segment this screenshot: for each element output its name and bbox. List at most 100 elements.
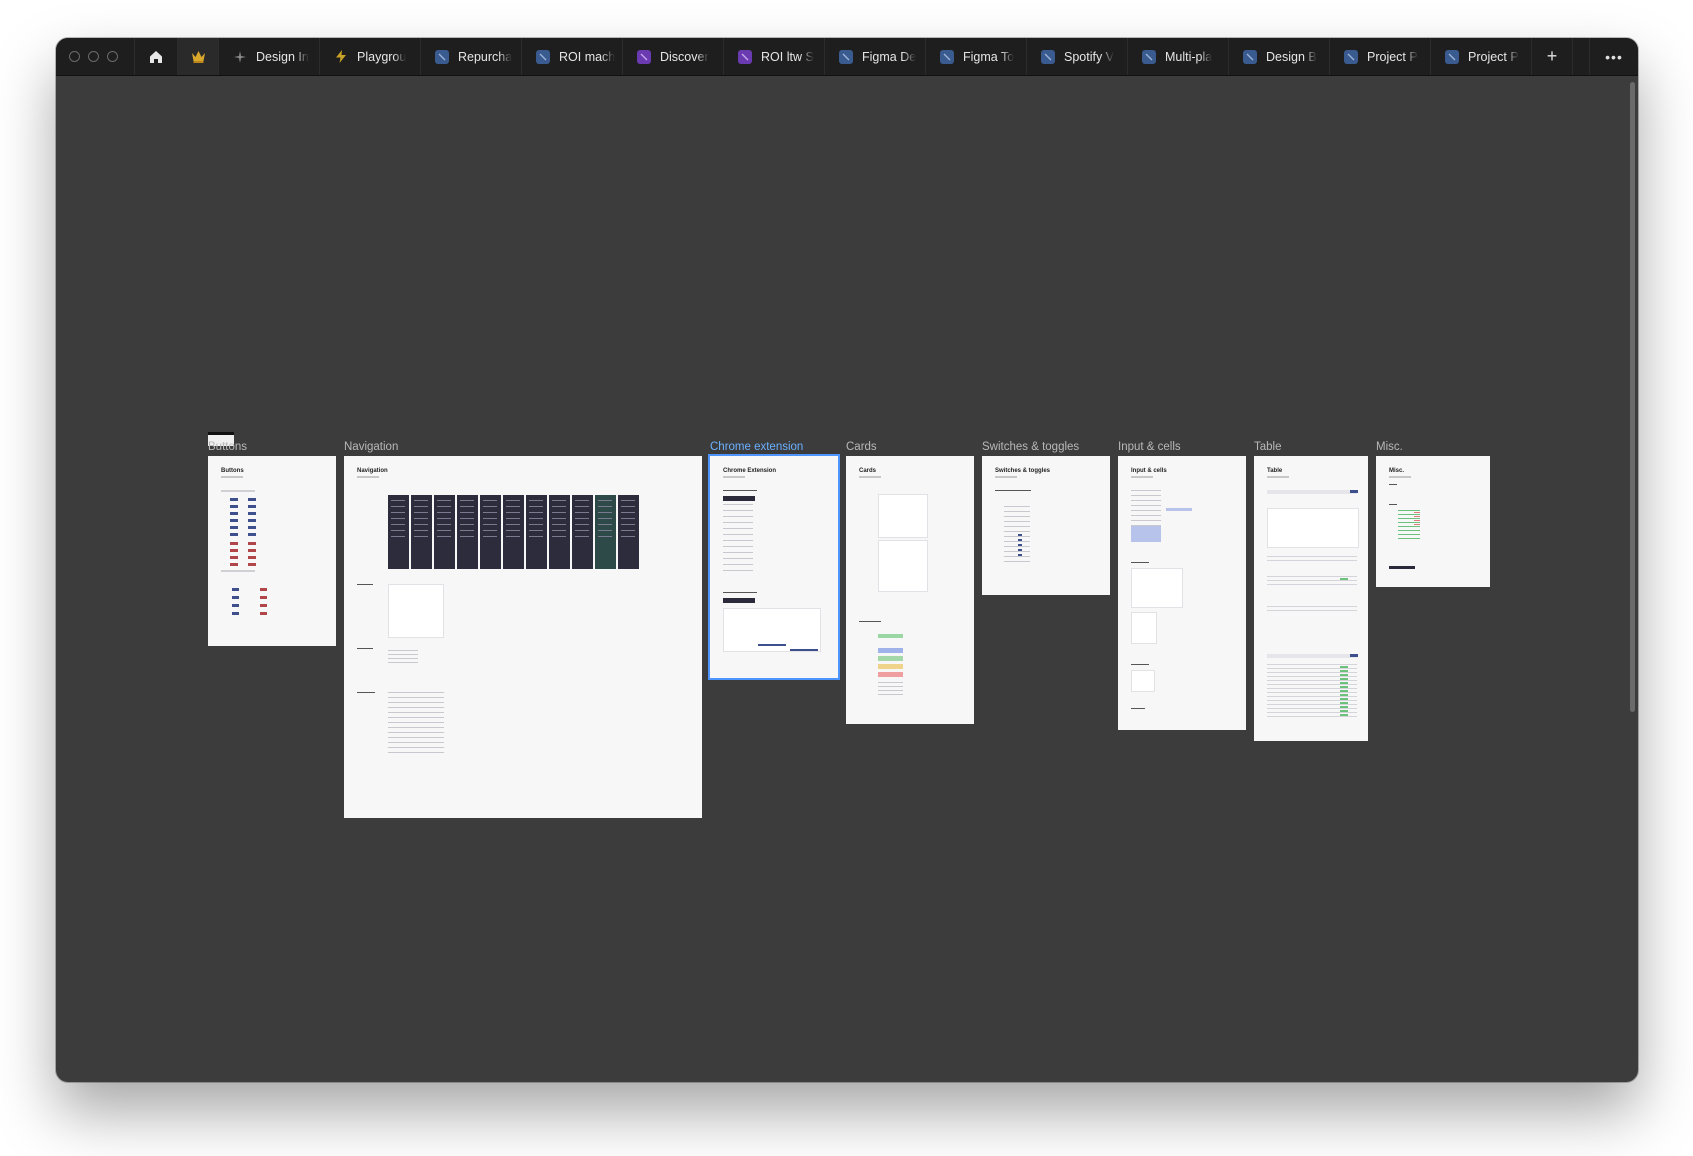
tab-label: Playgrou [357, 49, 407, 64]
tab-label: Repurcha [458, 49, 513, 64]
tooltip-sample [1166, 508, 1192, 511]
figma-file-icon [1142, 49, 1156, 64]
figma-file-icon [1344, 49, 1358, 64]
frame-chrome-extension[interactable]: Chrome Extension [708, 454, 840, 680]
zoom-window-button[interactable] [107, 51, 118, 62]
frame-buttons[interactable]: Buttons [208, 456, 336, 646]
toast-sample [1389, 566, 1415, 569]
card-sample [878, 494, 928, 538]
section-heading [221, 570, 255, 572]
figma-file-icon [738, 49, 752, 64]
number-input-sample [1131, 670, 1155, 692]
button-samples [248, 498, 256, 540]
input-field-sample [1131, 568, 1183, 608]
notification-success-sample [878, 656, 903, 661]
frame-label-misc[interactable]: Misc. [1376, 441, 1403, 453]
home-button[interactable] [135, 38, 178, 75]
frame-cards[interactable]: Cards [846, 456, 974, 724]
section-heading [1389, 484, 1397, 485]
frame-label-chrome-extension[interactable]: Chrome extension [710, 441, 803, 453]
card-sample [878, 540, 928, 592]
breadcrumb-sample [388, 650, 418, 664]
account-switcher-sample [388, 692, 444, 754]
section-heading [357, 648, 373, 649]
tab-label: Design B [1266, 49, 1317, 64]
sidebar-variant [618, 495, 639, 569]
more-options-button[interactable]: ••• [1589, 38, 1638, 75]
frame-table[interactable]: Table [1254, 456, 1368, 741]
notification-error-sample [878, 672, 903, 677]
vertical-scrollbar[interactable] [1630, 82, 1635, 712]
frame-label-input-cells[interactable]: Input & cells [1118, 441, 1181, 453]
tab-5[interactable]: Discover [623, 38, 724, 75]
minimize-window-button[interactable] [88, 51, 99, 62]
tab-label: Design In [256, 49, 309, 64]
frame-label-buttons[interactable]: Buttons [208, 441, 247, 453]
sidebar-variant [503, 495, 524, 569]
frame-label-cards[interactable]: Cards [846, 441, 877, 453]
danger-button-samples [248, 542, 256, 566]
toggle-samples [1004, 506, 1030, 566]
frame-title: Input & cells [1131, 468, 1167, 474]
frame-navigation[interactable]: Navigation [344, 456, 702, 818]
new-tab-button[interactable]: + [1532, 38, 1573, 75]
tab-label: Project P [1367, 49, 1418, 64]
tab-6[interactable]: ROI ltw S [724, 38, 825, 75]
section-heading [221, 490, 255, 492]
frame-input-cells[interactable]: Input & cells [1118, 456, 1246, 730]
dropdown-sample [1131, 612, 1157, 644]
sidebar-variant [595, 495, 616, 569]
sidebar-variant [434, 495, 455, 569]
team-button[interactable] [178, 38, 219, 75]
tab-3[interactable]: Repurcha [421, 38, 522, 75]
tab-label: Project P [1468, 49, 1519, 64]
tab-11[interactable]: Design B [1229, 38, 1330, 75]
notification-success-sample [878, 634, 903, 638]
frame-subtitle [1389, 476, 1411, 478]
frame-misc[interactable]: Misc. [1376, 456, 1490, 587]
frame-label-switches-toggles[interactable]: Switches & toggles [982, 441, 1079, 453]
tab-7[interactable]: Figma De [825, 38, 926, 75]
tab-label: Figma To [963, 49, 1015, 64]
sidebar-variant [480, 495, 501, 569]
tab-label: Spotify V [1064, 49, 1115, 64]
tab-4[interactable]: ROI mach [522, 38, 623, 75]
status-badge-sample [1340, 666, 1348, 716]
section-heading [723, 592, 757, 593]
tab-label: ROI ltw S [761, 49, 814, 64]
tab-2[interactable]: Playgrou [320, 38, 421, 75]
notification-warning-sample [878, 664, 903, 669]
danger-button-samples [230, 542, 238, 566]
frame-subtitle [357, 476, 379, 478]
sidebar-variant [411, 495, 432, 569]
row-samples [1267, 606, 1357, 614]
tab-10[interactable]: Multi-pla [1128, 38, 1229, 75]
tab-13[interactable]: Project P [1431, 38, 1532, 75]
badge-samples [1414, 512, 1420, 528]
table-toolbar-sample [1267, 490, 1357, 494]
frame-title: Buttons [221, 468, 244, 474]
sidebar-variant [526, 495, 547, 569]
frame-switches-toggles[interactable]: Switches & toggles [982, 456, 1110, 595]
frame-title: Switches & toggles [995, 468, 1051, 474]
tab-8[interactable]: Figma To [926, 38, 1027, 75]
tab-label: ROI mach [559, 49, 616, 64]
frame-subtitle [723, 476, 745, 478]
frame-title: Chrome Extension [723, 468, 777, 474]
section-heading [859, 621, 881, 622]
tab-12[interactable]: Project P [1330, 38, 1431, 75]
tab-9[interactable]: Spotify V [1027, 38, 1128, 75]
section-heading [723, 490, 757, 491]
crown-icon [191, 51, 205, 63]
frame-title: Table [1267, 468, 1283, 474]
danger-button-samples [260, 588, 267, 620]
tab-1[interactable]: Design In [219, 38, 320, 75]
table-toolbar-sample [1267, 654, 1357, 658]
figma-file-icon [536, 49, 550, 64]
frame-label-table[interactable]: Table [1254, 441, 1282, 453]
frame-label-navigation[interactable]: Navigation [344, 441, 398, 453]
tab-label: Figma De [862, 49, 917, 64]
figma-file-icon [637, 49, 651, 64]
design-canvas[interactable]: Buttons Buttons Navigation Navigation Ch… [56, 76, 1638, 1082]
close-window-button[interactable] [69, 51, 80, 62]
